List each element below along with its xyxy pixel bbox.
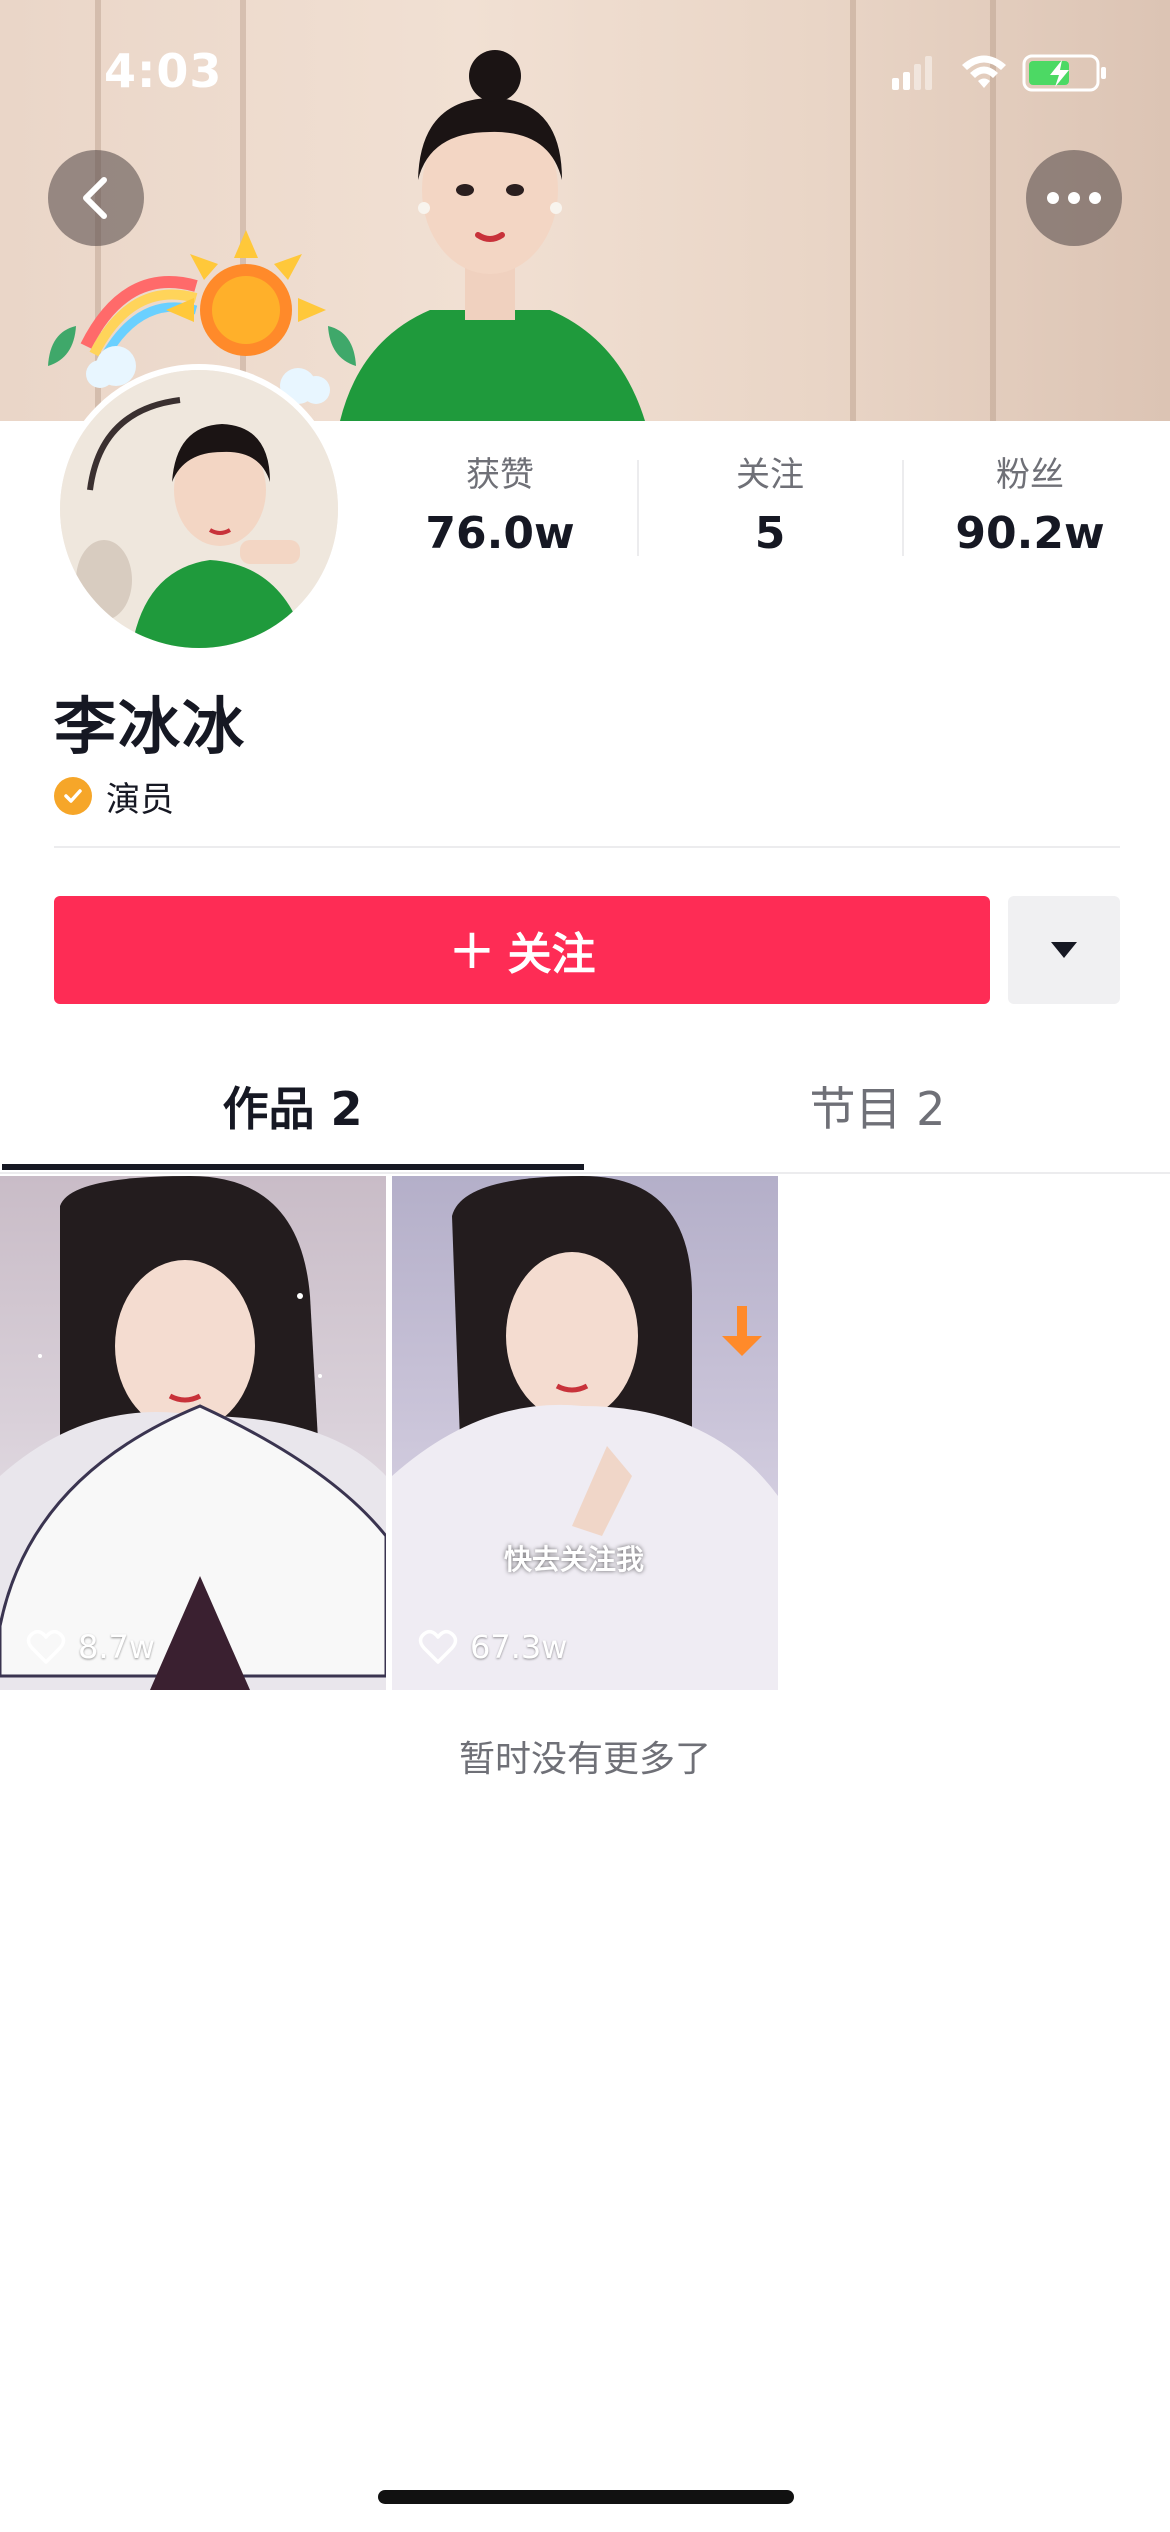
plus-icon: + — [448, 917, 496, 982]
avatar[interactable] — [54, 364, 344, 654]
video-like-count: 8.7w — [26, 1628, 155, 1666]
status-time: 4:03 — [104, 44, 223, 98]
stat-likes[interactable]: 获赞 76.0w — [370, 450, 630, 559]
like-count-value: 67.3w — [470, 1628, 568, 1666]
tab-programs[interactable]: 节目 2 — [585, 1040, 1170, 1172]
content-tabs: 作品 2 节目 2 — [0, 1040, 1170, 1174]
video-thumbnail-art — [0, 1176, 386, 1690]
video-thumbnail[interactable]: 快去关注我 67.3w — [392, 1176, 778, 1690]
stat-followers[interactable]: 粉丝 90.2w — [900, 450, 1160, 559]
stat-divider — [637, 460, 639, 556]
heart-outline-icon — [26, 1629, 66, 1664]
stat-label: 获赞 — [466, 455, 534, 495]
no-more-content-text: 暂时没有更多了 — [458, 1739, 711, 1780]
video-thumbnail-art — [392, 1176, 778, 1690]
more-button[interactable] — [1026, 150, 1122, 246]
avatar-wrap[interactable] — [36, 226, 366, 656]
video-thumbnail[interactable]: 8.7w — [0, 1176, 386, 1690]
cover-wall-panel — [850, 0, 856, 421]
avatar-photo — [60, 370, 338, 648]
profile-stats: 获赞 76.0w 关注 5 粉丝 90.2w — [370, 450, 1170, 570]
ellipsis-icon — [1047, 192, 1101, 204]
stat-label: 关注 — [736, 455, 804, 495]
profile-name: 李冰冰 — [54, 690, 247, 763]
stat-value: 90.2w — [955, 508, 1105, 559]
profile-divider — [54, 846, 1120, 848]
recommend-dropdown-button[interactable] — [1008, 896, 1120, 1004]
heart-outline-icon — [418, 1629, 458, 1664]
verified-tag-label: 演员 — [106, 779, 174, 820]
stat-value: 76.0w — [425, 508, 575, 559]
caret-down-icon — [1051, 942, 1077, 958]
signal-icon — [892, 56, 932, 90]
video-overlay-text: 快去关注我 — [504, 1543, 645, 1576]
stat-following[interactable]: 关注 5 — [640, 450, 900, 559]
verified-check-icon — [54, 777, 92, 815]
stat-label: 粉丝 — [996, 455, 1064, 495]
wifi-icon — [962, 55, 1006, 88]
chevron-left-icon — [83, 177, 107, 219]
tab-works[interactable]: 作品 2 — [0, 1040, 585, 1172]
like-count-value: 8.7w — [78, 1628, 156, 1666]
verified-tag: 演员 — [54, 774, 174, 820]
active-tab-indicator — [2, 1164, 584, 1170]
follow-button[interactable]: + 关注 — [54, 896, 990, 1004]
status-icons — [892, 54, 1106, 92]
home-indicator[interactable] — [378, 2490, 794, 2504]
follow-button-label: 关注 — [507, 929, 596, 980]
stat-value: 5 — [754, 508, 786, 559]
battery-icon — [1022, 54, 1106, 92]
video-like-count: 67.3w — [418, 1628, 567, 1666]
